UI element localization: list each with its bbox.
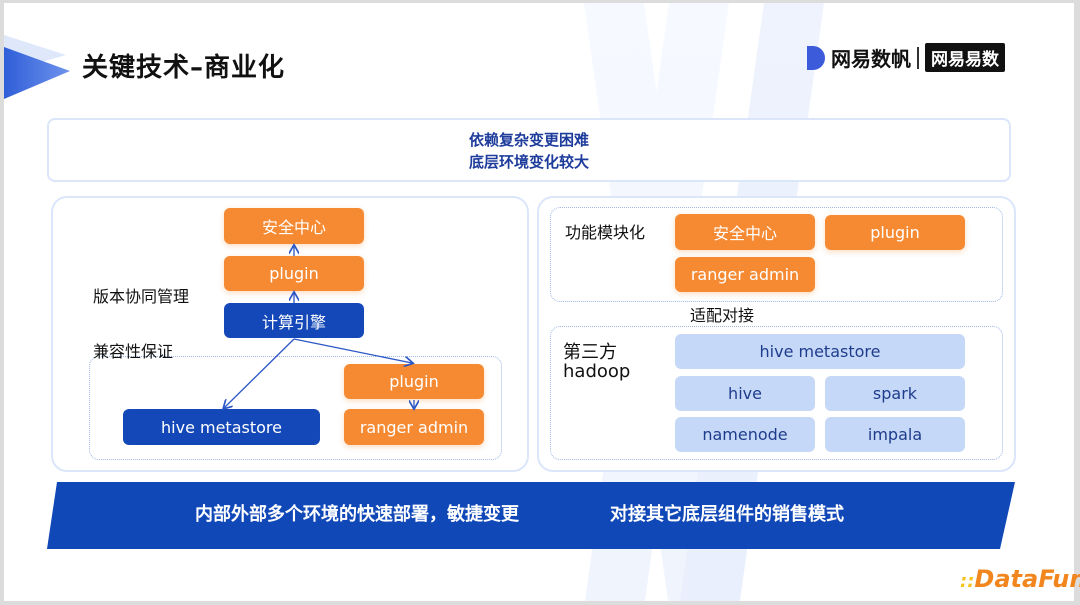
label-adaptation: 适配对接 [690, 306, 755, 325]
banner-text-right: 对接其它底层组件的销售模式 [610, 504, 844, 525]
hadoop-namenode: namenode [675, 417, 815, 452]
datafun-watermark: ::DataFun. [960, 565, 1080, 593]
hadoop-impala: impala [825, 417, 965, 452]
arrow-engine-to-hive-metastore [224, 338, 295, 408]
label-modularization: 功能模块化 [565, 223, 646, 242]
module-security-center: 安全中心 [675, 214, 815, 250]
module-ranger-admin: ranger admin [675, 257, 815, 292]
datafun-text: DataFun. [974, 565, 1080, 593]
hadoop-hive-metastore: hive metastore [675, 334, 965, 369]
datafun-dots-icon: :: [960, 571, 975, 592]
hadoop-hive: hive [675, 376, 815, 411]
hadoop-spark: spark [825, 376, 965, 411]
summary-banner [47, 482, 1015, 549]
label-hadoop: hadoop [563, 361, 631, 382]
banner-text-left: 内部外部多个环境的快速部署，敏捷变更 [195, 504, 519, 525]
module-plugin: plugin [825, 215, 965, 250]
arrow-engine-to-plugin-bottom [293, 338, 412, 363]
